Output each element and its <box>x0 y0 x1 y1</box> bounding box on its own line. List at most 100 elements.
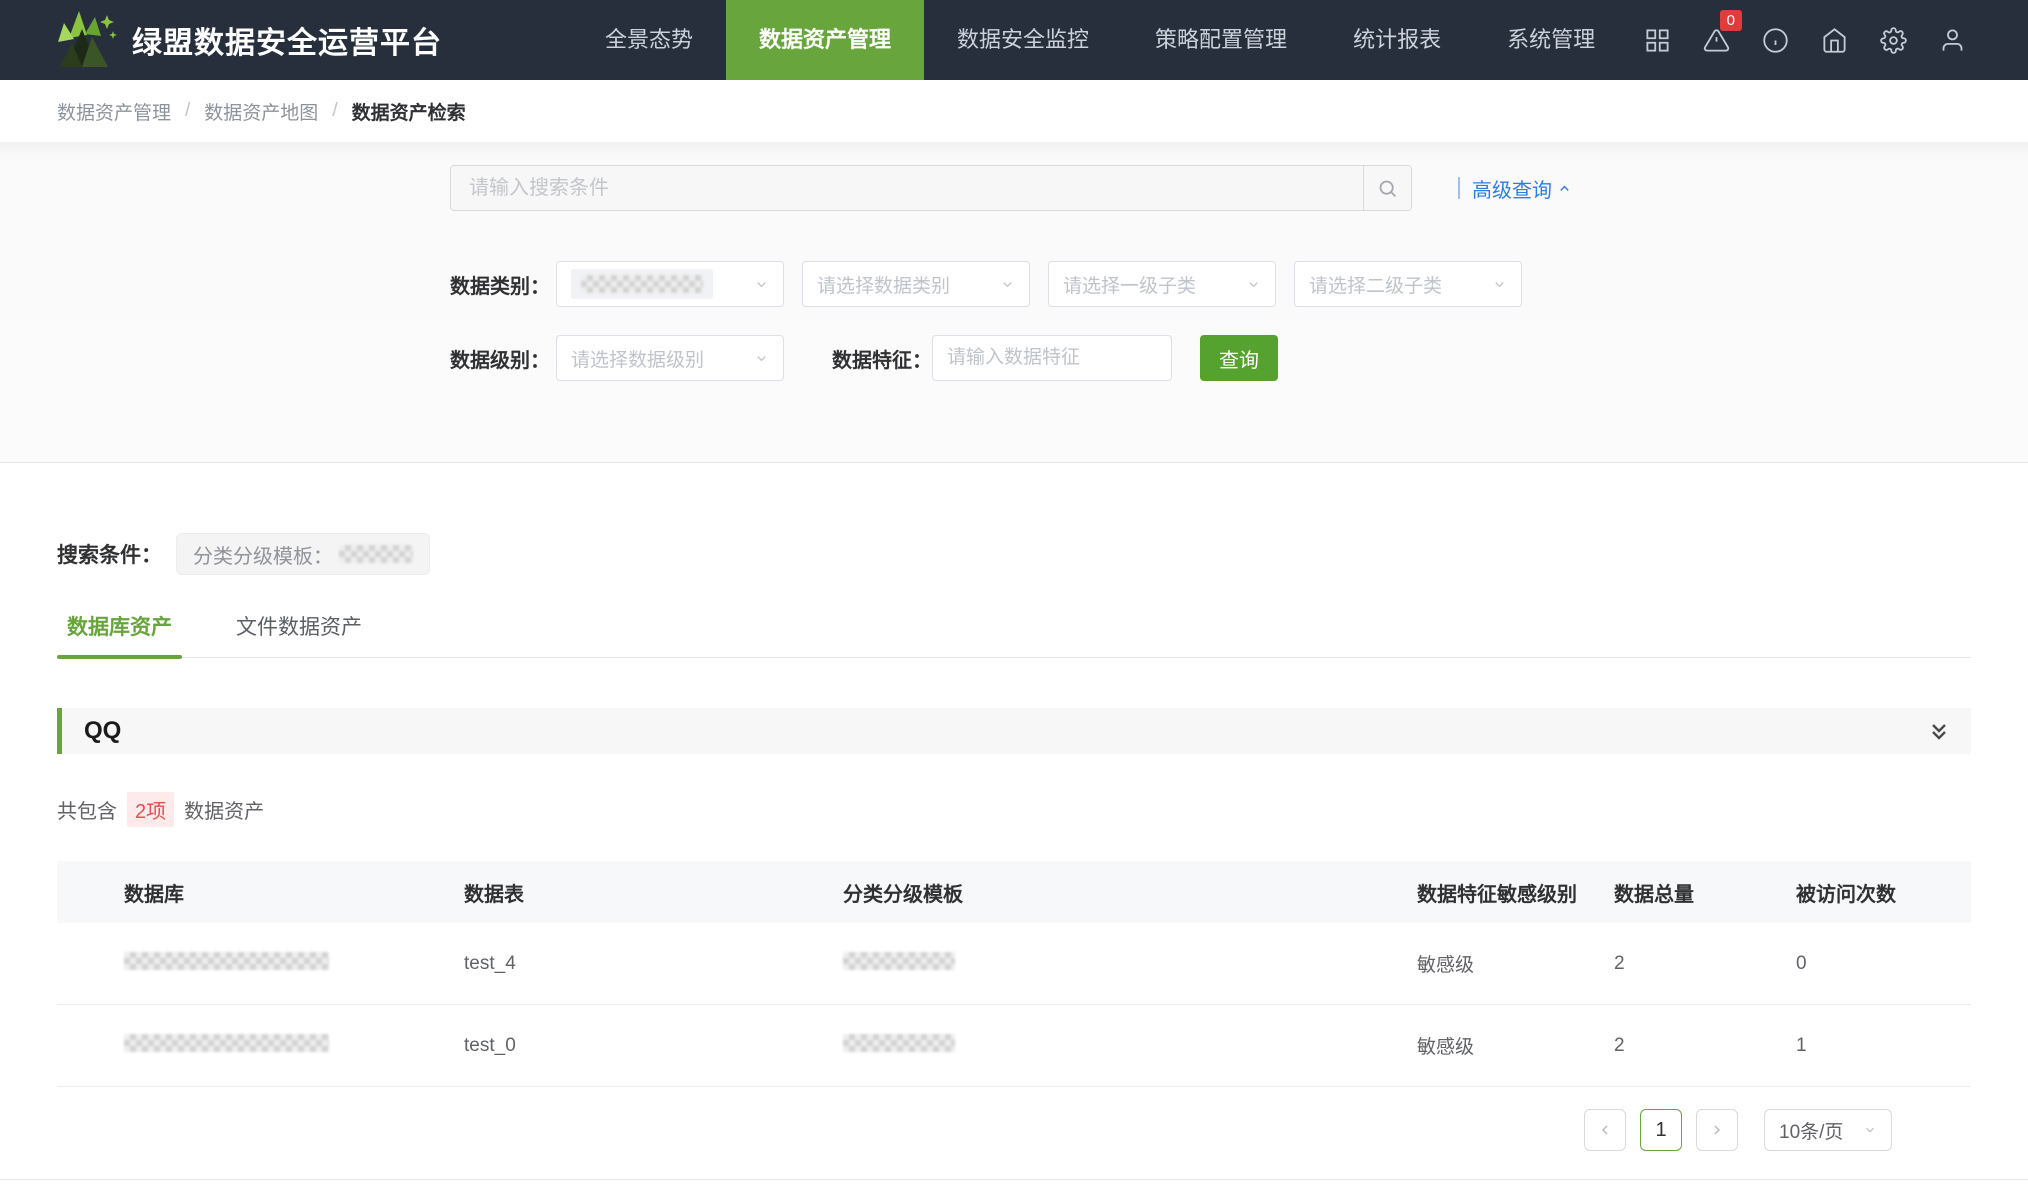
chevron-down-icon <box>1863 1123 1877 1137</box>
table-header-row: 数据库 数据表 分类分级模板 数据特征敏感级别 数据总量 被访问次数 <box>57 861 1971 923</box>
nav-item-system[interactable]: 系统管理 <box>1474 0 1628 80</box>
nav-item-data-assets[interactable]: 数据资产管理 <box>726 0 924 80</box>
next-page-button[interactable] <box>1696 1109 1738 1151</box>
double-chevron-down-icon <box>1927 719 1951 743</box>
breadcrumb-item-current: 数据资产检索 <box>352 98 466 125</box>
cell-table-name: test_4 <box>464 953 843 975</box>
redacted-value <box>581 275 703 293</box>
category-template-select[interactable] <box>556 261 784 307</box>
alert-triangle-icon[interactable]: 0 <box>1703 27 1730 54</box>
select-placeholder: 请选择一级子类 <box>1063 271 1196 298</box>
nav-icon-group: 0 <box>1644 27 2028 54</box>
col-header-visits: 被访问次数 <box>1796 878 1971 907</box>
redacted-database-name <box>124 1034 329 1052</box>
redacted-template-name <box>843 1034 955 1052</box>
data-level-select[interactable]: 请选择数据级别 <box>556 335 784 381</box>
tab-file-assets[interactable]: 文件数据资产 <box>226 605 372 657</box>
asset-group-header[interactable]: QQ <box>57 708 1971 754</box>
data-category-label: 数据类别： <box>450 270 556 299</box>
col-header-total: 数据总量 <box>1614 878 1796 907</box>
sub-category-1-select[interactable]: 请选择一级子类 <box>1048 261 1276 307</box>
cell-visits: 1 <box>1796 1035 1971 1057</box>
summary-suffix: 数据资产 <box>184 795 264 824</box>
pagination: 1 10条/页 <box>57 1109 1892 1151</box>
search-button[interactable] <box>1363 166 1411 210</box>
data-feature-label: 数据特征： <box>832 344 932 373</box>
chevron-down-icon <box>754 277 769 292</box>
cell-sensitivity: 敏感级 <box>1417 1032 1614 1059</box>
tab-database-assets[interactable]: 数据库资产 <box>57 605 182 657</box>
top-navigation: 绿盟数据安全运营平台 全景态势 数据资产管理 数据安全监控 策略配置管理 统计报… <box>0 0 2028 80</box>
nav-item-security-monitoring[interactable]: 数据安全监控 <box>924 0 1122 80</box>
breadcrumb-item-2[interactable]: 数据资产地图 <box>204 98 318 125</box>
collapse-toggle[interactable] <box>1927 719 1951 743</box>
chevron-up-icon <box>1557 181 1572 196</box>
data-feature-input[interactable] <box>932 335 1172 381</box>
page-size-select[interactable]: 10条/页 <box>1764 1109 1892 1151</box>
nav-item-policy-config[interactable]: 策略配置管理 <box>1122 0 1320 80</box>
search-panel: 高级查询 数据类别： 请选择数据类别 请选择一级子类 请选择二级子类 数据级别：… <box>0 142 2028 463</box>
alert-count-badge: 0 <box>1720 10 1742 31</box>
search-input-group <box>450 165 1412 211</box>
nav-item-panorama[interactable]: 全景态势 <box>572 0 726 80</box>
chevron-left-icon <box>1597 1122 1613 1138</box>
select-placeholder: 请选择数据类别 <box>817 271 950 298</box>
search-input[interactable] <box>451 166 1363 210</box>
main-menu: 全景态势 数据资产管理 数据安全监控 策略配置管理 统计报表 系统管理 <box>572 0 1628 80</box>
chevron-down-icon <box>1000 277 1015 292</box>
condition-tag: 分类分级模板： <box>176 533 430 575</box>
chevron-down-icon <box>1492 277 1507 292</box>
cell-visits: 0 <box>1796 953 1971 975</box>
page-number-button[interactable]: 1 <box>1640 1109 1682 1151</box>
asset-count-badge: 2项 <box>127 792 174 827</box>
cell-table-name: test_0 <box>464 1035 843 1057</box>
prev-page-button[interactable] <box>1584 1109 1626 1151</box>
page-size-value: 10条/页 <box>1779 1117 1843 1144</box>
chevron-down-icon <box>1246 277 1261 292</box>
col-header-table: 数据表 <box>464 878 843 907</box>
search-conditions: 搜索条件： 分类分级模板： <box>57 533 2028 575</box>
home-icon[interactable] <box>1821 27 1848 54</box>
summary-prefix: 共包含 <box>57 795 117 824</box>
cell-total: 2 <box>1614 953 1796 975</box>
breadcrumb: 数据资产管理 / 数据资产地图 / 数据资产检索 <box>0 80 2028 142</box>
data-category-select[interactable]: 请选择数据类别 <box>802 261 1030 307</box>
brand: 绿盟数据安全运营平台 <box>0 9 442 71</box>
cell-total: 2 <box>1614 1035 1796 1057</box>
info-circle-icon[interactable] <box>1762 27 1789 54</box>
table-row[interactable]: test_4 敏感级 2 0 <box>57 923 1971 1005</box>
redacted-database-name <box>124 952 329 970</box>
redacted-value <box>339 545 413 563</box>
asset-count-summary: 共包含 2项 数据资产 <box>57 792 2028 827</box>
page-bottom-divider <box>0 1179 2028 1180</box>
query-button[interactable]: 查询 <box>1200 335 1278 381</box>
advanced-query-link[interactable]: 高级查询 <box>1458 174 1572 203</box>
condition-tag-prefix: 分类分级模板： <box>193 540 333 569</box>
chevron-down-icon <box>754 351 769 366</box>
data-level-label: 数据级别： <box>450 344 556 373</box>
select-placeholder: 请选择二级子类 <box>1309 271 1442 298</box>
sub-category-2-select[interactable]: 请选择二级子类 <box>1294 261 1522 307</box>
cell-sensitivity: 敏感级 <box>1417 950 1614 977</box>
conditions-label: 搜索条件： <box>57 539 162 569</box>
asset-type-tabs: 数据库资产 文件数据资产 <box>57 605 1971 658</box>
user-icon[interactable] <box>1939 27 1966 54</box>
asset-table: 数据库 数据表 分类分级模板 数据特征敏感级别 数据总量 被访问次数 test_… <box>57 861 1971 1087</box>
selected-template-tag <box>571 269 713 299</box>
nsfocus-logo-icon <box>52 9 118 71</box>
nav-item-reports[interactable]: 统计报表 <box>1320 0 1474 80</box>
advanced-query-label: 高级查询 <box>1472 174 1552 203</box>
advanced-query-divider <box>1458 177 1460 199</box>
col-header-database: 数据库 <box>57 878 464 907</box>
col-header-sensitivity: 数据特征敏感级别 <box>1417 878 1614 907</box>
breadcrumb-separator: / <box>332 100 337 122</box>
select-placeholder: 请选择数据级别 <box>571 345 704 372</box>
gear-icon[interactable] <box>1880 27 1907 54</box>
apps-grid-icon[interactable] <box>1644 27 1671 54</box>
breadcrumb-item-1[interactable]: 数据资产管理 <box>57 98 171 125</box>
table-row[interactable]: test_0 敏感级 2 1 <box>57 1005 1971 1087</box>
brand-title: 绿盟数据安全运营平台 <box>132 18 442 62</box>
chevron-right-icon <box>1709 1122 1725 1138</box>
col-header-template: 分类分级模板 <box>843 878 1417 907</box>
redacted-template-name <box>843 952 955 970</box>
